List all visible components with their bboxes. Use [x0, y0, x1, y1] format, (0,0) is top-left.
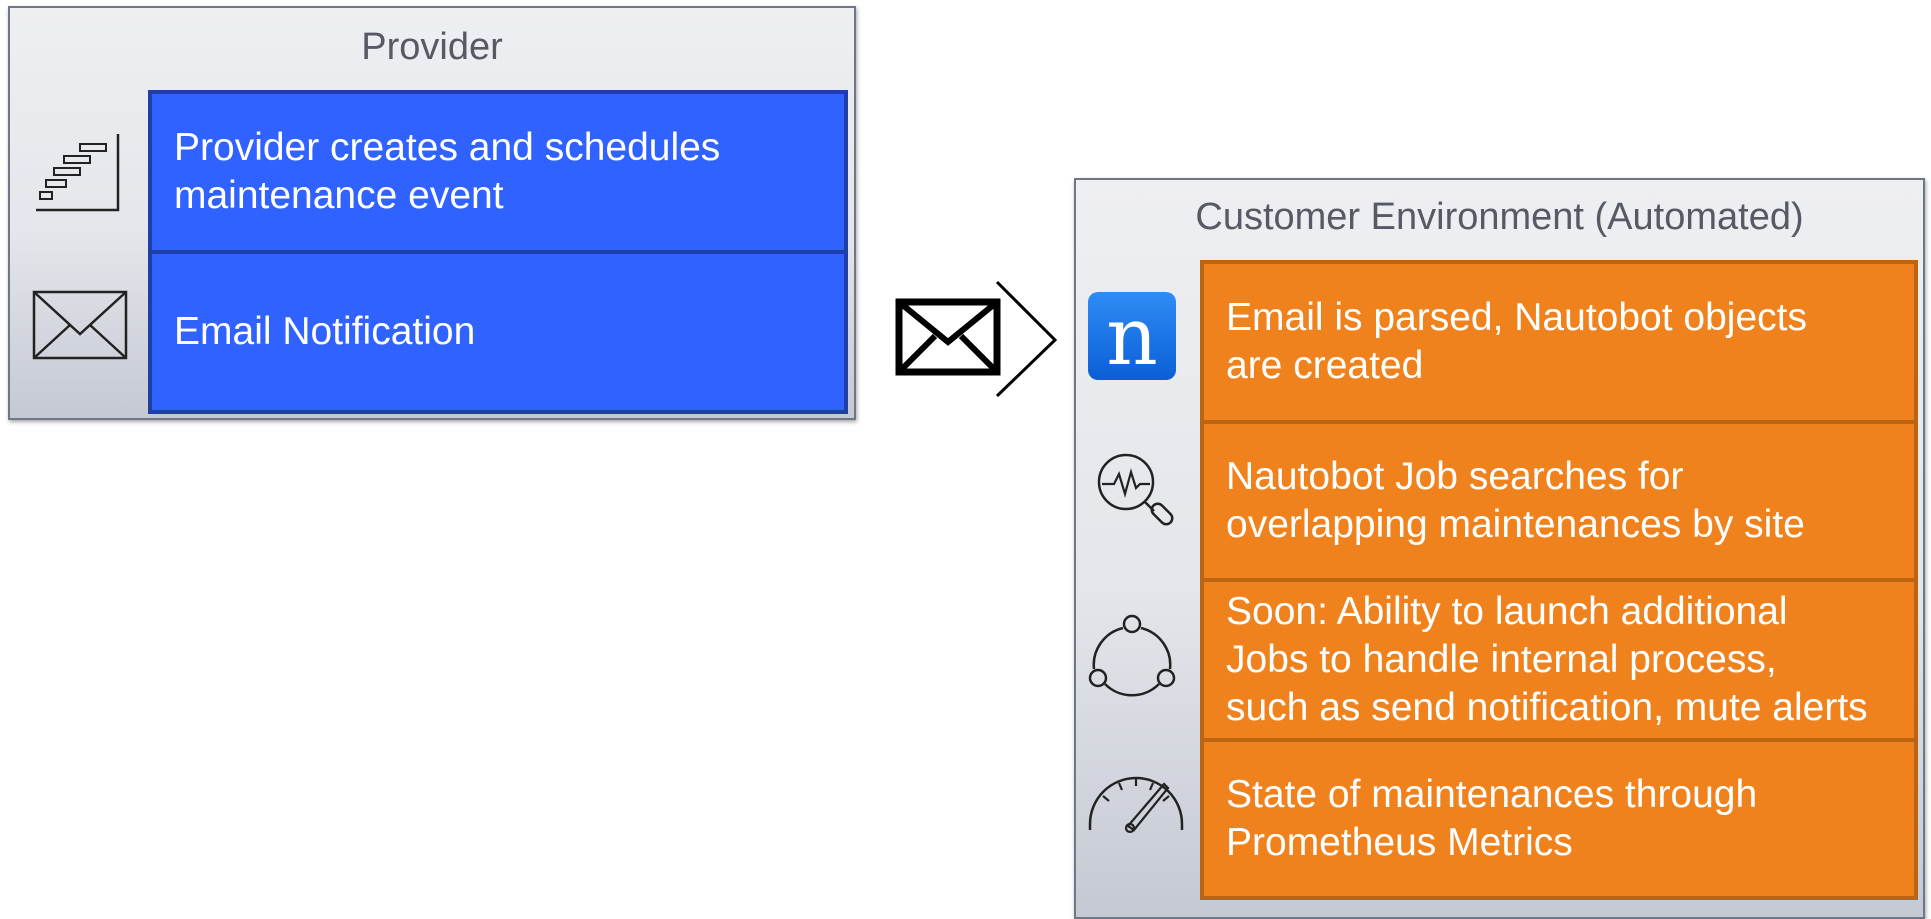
provider-step-schedule-label: Provider creates and schedules maintenan…: [174, 126, 721, 217]
email-send-arrow-icon: [893, 280, 1063, 400]
provider-step-email-label: Email Notification: [174, 310, 476, 353]
gauge-icon: [1084, 770, 1188, 850]
provider-panel: Provider Provider creates and schedules …: [8, 6, 856, 420]
customer-step-search: Nautobot Job searches for overlapping ma…: [1200, 420, 1918, 582]
customer-step-search-label: Nautobot Job searches for overlapping ma…: [1226, 455, 1805, 546]
workflow-cycle-icon: [1086, 612, 1178, 700]
nautobot-logo-icon: n: [1088, 292, 1176, 380]
customer-step-jobs-label: Soon: Ability to launch additional Jobs …: [1226, 590, 1868, 729]
customer-step-metrics: State of maintenances through Prometheus…: [1200, 738, 1918, 900]
provider-step-schedule: Provider creates and schedules maintenan…: [148, 90, 848, 254]
envelope-icon: [32, 290, 128, 362]
customer-step-metrics-label: State of maintenances through Prometheus…: [1226, 773, 1758, 864]
customer-step-parse-label: Email is parsed, Nautobot objects are cr…: [1226, 296, 1807, 387]
gantt-schedule-icon: [32, 126, 122, 218]
provider-title: Provider: [361, 26, 503, 68]
customer-step-jobs: Soon: Ability to launch additional Jobs …: [1200, 578, 1918, 742]
search-monitor-icon: [1092, 448, 1178, 538]
provider-step-email: Email Notification: [148, 250, 848, 414]
customer-panel: Customer Environment (Automated) n Email…: [1074, 178, 1925, 919]
customer-step-parse: Email is parsed, Nautobot objects are cr…: [1200, 260, 1918, 424]
customer-title: Customer Environment (Automated): [1195, 196, 1804, 238]
nautobot-logo-letter: n: [1106, 292, 1158, 380]
